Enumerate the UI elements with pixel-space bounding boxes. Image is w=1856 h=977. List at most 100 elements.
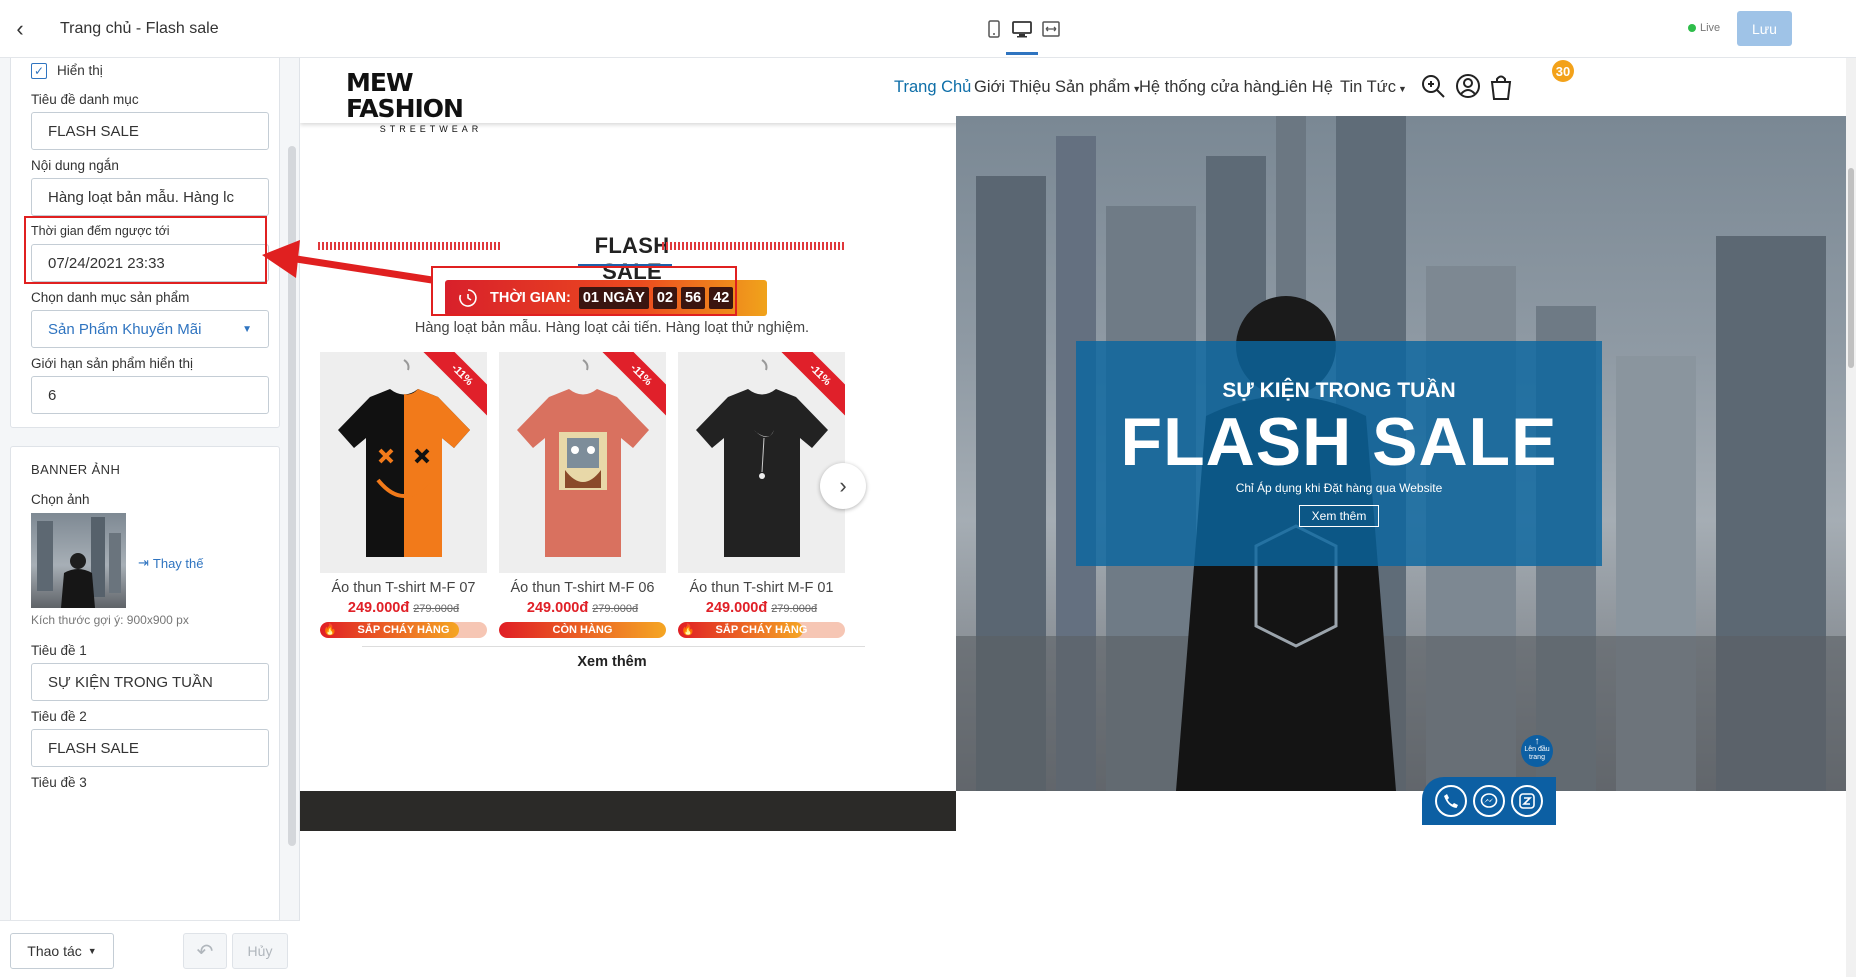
size-hint: Kích thước gợi ý: 900x900 px [31,613,189,627]
banner-line1: SỰ KIỆN TRONG TUẦN [1222,379,1456,402]
logo-sub: STREETWEAR [379,124,483,134]
cart-icon[interactable] [1488,73,1516,101]
panel-body: ✓ Hiển thị Tiêu đề danh mục FLASH SALE N… [0,58,300,920]
product-card[interactable]: -11% Áo thun T-shirt M-F 01 249.000đ 279.… [678,352,845,642]
product-image[interactable]: -11% [678,352,845,573]
title1-input[interactable]: SỰ KIỆN TRONG TUẦN [31,663,269,701]
short-content-label: Nội dung ngắn [31,158,119,173]
sale-price: 249.000đ [705,600,768,616]
view-more-link[interactable]: Xem thêm [542,654,682,670]
banner-settings-card: BANNER ẢNH Chọn ảnh ⇥ Thay thế Kích thướ… [10,446,280,920]
banner-thumbnail[interactable] [31,513,126,608]
title2-input[interactable]: FLASH SALE [31,729,269,767]
old-price: 279.000đ [592,603,639,615]
product-image[interactable]: -11% [499,352,666,573]
search-icon[interactable] [1420,73,1448,101]
preview-scroll-thumb[interactable] [1848,168,1854,368]
product-name[interactable]: Áo thun T-shirt M-F 01 [678,580,845,596]
actions-dropdown[interactable]: Thao tác ▼ [10,933,114,969]
back-to-top-button[interactable]: ↑ Lên đầu trang [1521,735,1553,767]
stock-progress-bar: CÒN HÀNG [499,622,666,638]
nav-products[interactable]: Sản phẩm ▼ [1055,78,1141,97]
site-logo[interactable]: MEW FASHION STREETWEAR [346,70,516,135]
product-category-value: Sản Phẩm Khuyến Mãi [48,320,202,338]
logo-main: MEW FASHION [346,68,464,123]
highlight-countdown-timer [431,266,737,316]
panel-header: ‹ Trang chủ - Flash sale [0,0,300,58]
back-to-top-label: Lên đầu trang [1524,746,1550,761]
old-price: 279.000đ [413,603,460,615]
chevron-right-icon: › [839,473,847,498]
fullwidth-view-icon[interactable] [1040,18,1062,40]
panel-footer: Thao tác ▼ ↶ Hủy [0,920,300,977]
replace-image-link[interactable]: ⇥ Thay thế [138,555,204,571]
editor-panel: ‹ Trang chủ - Flash sale ✓ Hiển thị Tiêu… [0,0,300,977]
messenger-icon[interactable] [1473,785,1505,817]
nav-stores[interactable]: Hệ thống cửa hàng [1139,78,1280,97]
replace-icon: ⇥ [138,555,149,570]
show-label: Hiển thị [57,63,103,78]
cart-count-badge: 30 [1552,60,1574,82]
editor-toolbar: Live Lưu [300,0,1856,58]
live-label: Live [1700,22,1721,34]
highlight-countdown-field [24,216,267,284]
save-button[interactable]: Lưu [1737,11,1792,46]
title2-label: Tiêu đề 2 [31,709,87,724]
cancel-button[interactable]: Hủy [232,933,288,969]
stock-progress-bar: 🔥 SẮP CHÁY HÀNG [320,622,487,638]
title3-label: Tiêu đề 3 [31,775,87,790]
sale-price: 249.000đ [526,600,589,616]
choose-image-label: Chọn ảnh [31,492,90,507]
panel-scrollbar[interactable] [288,146,296,846]
carousel-next-button[interactable]: › [820,463,866,509]
actions-label: Thao tác [27,943,82,959]
undo-button[interactable]: ↶ [183,933,227,969]
title1-label: Tiêu đề 1 [31,643,87,658]
product-category-select[interactable]: Sản Phẩm Khuyến Mãi ▼ [31,310,269,348]
preview-scrollbar[interactable] [1846,58,1856,977]
back-icon[interactable]: ‹ [0,0,40,58]
category-title-input[interactable]: FLASH SALE [31,112,269,150]
mobile-view-icon[interactable] [983,18,1005,40]
show-checkbox[interactable]: ✓ [31,63,47,79]
flash-sale-description: Hàng loạt bản mẫu. Hàng loạt cải tiến. H… [414,320,810,336]
product-image[interactable]: -11% [320,352,487,573]
product-name[interactable]: Áo thun T-shirt M-F 06 [499,580,666,596]
zalo-icon[interactable] [1511,785,1543,817]
next-section-image [300,791,956,831]
stock-status: CÒN HÀNG [552,624,613,636]
divider [362,646,865,647]
caret-down-icon: ▼ [87,946,97,956]
banner-line3: Chỉ Áp dụng khi Đặt hàng qua Website [1235,481,1443,495]
nav-news-label: Tin Tức [1340,78,1396,96]
phone-icon[interactable] [1435,785,1467,817]
product-card[interactable]: -11% Áo thun T-shirt M-F 07 249.000đ 279.… [320,352,487,642]
title-decor-right [662,242,844,250]
product-card[interactable]: -11% Áo thun T-shirt M-F 06 249.000đ 279.… [499,352,666,642]
product-price: 249.000đ 279.000đ [320,600,487,616]
banner-section-title: BANNER ẢNH [31,462,121,477]
product-name[interactable]: Áo thun T-shirt M-F 07 [320,580,487,596]
nav-home[interactable]: Trang Chủ [894,78,971,97]
nav-contact[interactable]: Liên Hệ [1276,78,1333,97]
nav-news[interactable]: Tin Tức ▼ [1340,78,1407,97]
thumbnail-image [37,517,121,608]
arrow-up-icon: ↑ [1534,736,1540,747]
nav-about[interactable]: Giới Thiệu [974,78,1051,97]
limit-input[interactable]: 6 [31,376,269,414]
short-content-input[interactable]: Hàng loạt bản mẫu. Hàng lc [31,178,269,216]
stock-status: SẮP CHÁY HÀNG [357,624,450,636]
desktop-view-icon[interactable] [1011,18,1033,40]
active-view-indicator [1006,52,1038,55]
banner-overlay: SỰ KIỆN TRONG TUẦN FLASH SALE Chỉ Áp dụn… [1076,341,1602,566]
contact-bar [1422,777,1556,825]
product-price: 249.000đ 279.000đ [678,600,845,616]
product-price: 249.000đ 279.000đ [499,600,666,616]
panel-title: Trang chủ - Flash sale [60,19,219,37]
next-section-blank [956,791,1846,831]
title-decor-left [318,242,500,250]
sale-price: 249.000đ [347,600,410,616]
banner-view-more-button[interactable]: Xem thêm [1299,505,1379,527]
user-icon[interactable] [1455,73,1483,101]
caret-down-icon: ▼ [242,323,252,335]
